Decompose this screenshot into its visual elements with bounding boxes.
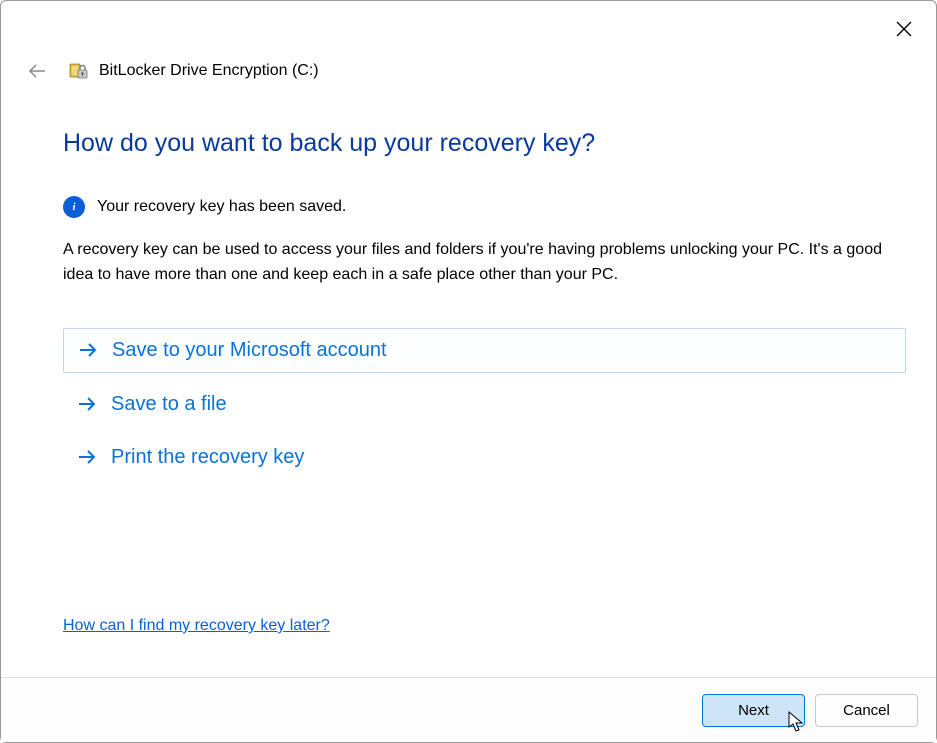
window-title: BitLocker Drive Encryption (C:) (99, 62, 319, 80)
option-label: Save to your Microsoft account (112, 339, 387, 362)
header: BitLocker Drive Encryption (C:) (25, 59, 319, 83)
arrow-right-icon (78, 340, 98, 360)
help-link[interactable]: How can I find my recovery key later? (63, 617, 330, 635)
options-list: Save to your Microsoft account Save to a… (63, 328, 906, 479)
back-arrow-icon (27, 61, 47, 81)
option-save-file[interactable]: Save to a file (63, 383, 906, 426)
option-save-microsoft-account[interactable]: Save to your Microsoft account (63, 328, 906, 373)
title-group: BitLocker Drive Encryption (C:) (67, 60, 319, 82)
next-button[interactable]: Next (702, 694, 805, 727)
back-button[interactable] (25, 59, 49, 83)
option-label: Print the recovery key (111, 446, 304, 469)
description-text: A recovery key can be used to access you… (63, 238, 903, 288)
bitlocker-icon (67, 60, 89, 82)
arrow-right-icon (77, 394, 97, 414)
close-icon (896, 21, 912, 37)
cancel-button[interactable]: Cancel (815, 694, 918, 727)
footer: Next Cancel (1, 677, 936, 742)
main-heading: How do you want to back up your recovery… (63, 129, 906, 158)
info-row: i Your recovery key has been saved. (63, 196, 906, 218)
info-message: Your recovery key has been saved. (97, 198, 346, 216)
content-area: How do you want to back up your recovery… (63, 129, 906, 479)
close-button[interactable] (890, 15, 918, 43)
arrow-right-icon (77, 447, 97, 467)
option-label: Save to a file (111, 393, 227, 416)
info-icon: i (63, 196, 85, 218)
option-print-key[interactable]: Print the recovery key (63, 436, 906, 479)
